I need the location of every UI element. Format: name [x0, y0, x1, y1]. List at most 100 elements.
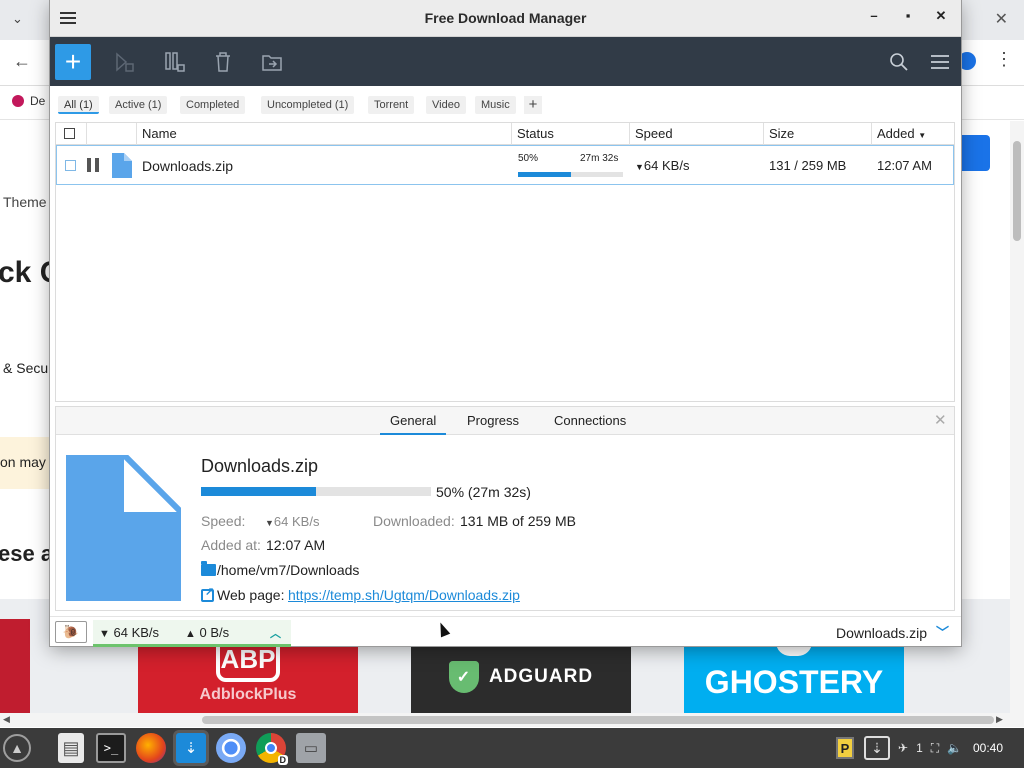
- notification-icon[interactable]: ✈: [898, 741, 908, 755]
- filter-music[interactable]: Music: [475, 96, 516, 114]
- column-header-name[interactable]: Name: [136, 123, 511, 145]
- scroll-right-icon[interactable]: ▶: [996, 714, 1003, 725]
- page-text-themes: Theme: [3, 194, 47, 210]
- filter-uncompleted[interactable]: Uncompleted (1): [261, 96, 355, 114]
- play-icon: [116, 52, 134, 72]
- chevron-up-icon[interactable]: ︿: [270, 625, 281, 641]
- card-ghostery[interactable]: GHOSTERY: [684, 641, 904, 713]
- minimize-button[interactable]: –: [865, 8, 883, 23]
- details-close-icon[interactable]: ✕: [934, 411, 947, 429]
- chrome-icon[interactable]: D: [256, 733, 288, 765]
- select-all-checkbox[interactable]: [64, 128, 75, 139]
- close-button[interactable]: ✕: [932, 8, 950, 24]
- filter-torrent[interactable]: Torrent: [368, 96, 415, 114]
- printer-icon[interactable]: ▭: [296, 733, 326, 763]
- trash-icon: [216, 52, 230, 72]
- browser-tab-close-icon[interactable]: ✕: [995, 9, 1008, 29]
- card-adblock-plus[interactable]: ABP AdblockPlus: [138, 641, 358, 713]
- firefox-icon[interactable]: [136, 733, 166, 763]
- volume-icon[interactable]: 🔈: [947, 741, 962, 755]
- delete-download-button[interactable]: [205, 44, 241, 80]
- file-manager-icon[interactable]: ▤: [58, 733, 84, 763]
- taskbar: ▲ ▤ >_ ⇣ D ▭ P ⇣ ✈ 1 ⛶ 🔈 00:40: [0, 728, 1024, 768]
- browser-back-icon[interactable]: ←: [13, 51, 31, 72]
- debian-icon: [12, 95, 24, 107]
- filter-completed[interactable]: Completed: [180, 96, 246, 114]
- upload-speed: ▲ 0 B/s: [185, 625, 230, 640]
- scrollbar-thumb[interactable]: [1013, 141, 1021, 241]
- bookmark-item[interactable]: De: [12, 94, 45, 108]
- browser-menu-icon[interactable]: ⋮: [995, 49, 1013, 70]
- main-menu-button[interactable]: [922, 44, 958, 80]
- column-header-speed[interactable]: Speed: [629, 123, 763, 145]
- added-label: Added at:: [201, 537, 261, 553]
- maximize-button[interactable]: ▪: [899, 8, 917, 23]
- table-row[interactable]: Downloads.zip 50% 27m 32s ▼64 KB/s 131 /…: [56, 145, 954, 185]
- add-download-button[interactable]: +: [55, 44, 91, 80]
- move-to-folder-button[interactable]: [254, 44, 290, 80]
- hamburger-icon: [931, 55, 949, 69]
- column-header-added[interactable]: Added ▼: [871, 123, 954, 145]
- start-menu-button[interactable]: ▲: [3, 734, 31, 762]
- traffic-indicator[interactable]: ▼ 64 KB/s ▲ 0 B/s ︿: [93, 620, 291, 647]
- folder-path[interactable]: /home/vm7/Downloads: [217, 562, 359, 578]
- row-progress-percent: 50%: [518, 153, 539, 164]
- card-adguard[interactable]: ✓ ADGUARD: [411, 641, 631, 713]
- download-arrow-icon: ▼: [265, 518, 274, 528]
- row-eta: 27m 32s: [580, 153, 619, 164]
- clock[interactable]: 00:40: [973, 728, 1003, 768]
- details-panel: General Progress Connections ✕ Downloads…: [55, 406, 955, 611]
- start-download-button[interactable]: [107, 44, 143, 80]
- chevron-down-icon[interactable]: ﹀: [936, 622, 949, 641]
- select-all-header: [56, 123, 86, 145]
- page-blue-button[interactable]: [958, 135, 990, 171]
- tray-fdm[interactable]: ⇣: [864, 728, 890, 768]
- abp-logo: ABP: [216, 641, 280, 682]
- details-progress-bar: [201, 487, 431, 496]
- details-file-name: Downloads.zip: [201, 456, 319, 476]
- page-heading-2: ese a: [0, 541, 54, 566]
- row-pause-icon[interactable]: [87, 158, 99, 172]
- column-header-status[interactable]: Status: [511, 123, 629, 145]
- speed-value: ▼64 KB/s: [265, 514, 320, 529]
- tab-progress[interactable]: Progress: [467, 413, 519, 428]
- terminal-icon[interactable]: >_: [96, 733, 126, 763]
- row-file-name: Downloads.zip: [142, 158, 234, 174]
- upload-arrow-icon: ▲: [185, 628, 196, 640]
- chromium-icon[interactable]: [216, 733, 246, 763]
- card-shield[interactable]: [0, 619, 30, 713]
- speed-limit-button[interactable]: 🐌: [55, 621, 87, 643]
- horizontal-scrollbar[interactable]: ◀ ▶: [0, 713, 1024, 727]
- scroll-left-icon[interactable]: ◀: [3, 714, 10, 725]
- tab-connections[interactable]: Connections: [554, 413, 626, 428]
- webpage-link[interactable]: https://temp.sh/Ugtqm/Downloads.zip: [288, 587, 520, 603]
- pause-download-button[interactable]: [156, 44, 192, 80]
- vertical-scrollbar[interactable]: [1010, 121, 1024, 713]
- filter-all[interactable]: All (1): [58, 96, 99, 114]
- fdm-window: Free Download Manager – ▪ ✕ + All (1) Ac…: [50, 0, 961, 647]
- large-file-icon: [66, 455, 181, 601]
- details-progress-fill: [201, 487, 316, 496]
- scrollbar-thumb[interactable]: [202, 716, 994, 724]
- network-icon[interactable]: ⛶: [931, 741, 939, 756]
- ghostery-label: GHOSTERY: [704, 663, 884, 700]
- filter-video[interactable]: Video: [426, 96, 466, 114]
- row-added: 12:07 AM: [877, 158, 932, 173]
- status-current-file[interactable]: Downloads.zip: [836, 625, 927, 641]
- row-checkbox[interactable]: [65, 160, 76, 171]
- page-text-security: & Secu: [3, 360, 49, 376]
- downloaded-label: Downloaded:: [373, 513, 455, 529]
- filter-bar: All (1) Active (1) Completed Uncompleted…: [50, 86, 961, 122]
- file-icon: [112, 153, 132, 178]
- column-header-size[interactable]: Size: [763, 123, 871, 145]
- downloaded-value: 131 MB of 259 MB: [460, 513, 576, 529]
- add-filter-button[interactable]: +: [524, 96, 542, 114]
- tray-clipboard[interactable]: P: [836, 728, 854, 768]
- tab-general[interactable]: General: [380, 413, 447, 435]
- snail-icon: 🐌: [62, 624, 80, 639]
- filter-active[interactable]: Active (1): [109, 96, 168, 114]
- fdm-taskbar-icon[interactable]: ⇣: [176, 733, 206, 763]
- tab-list-chevron-icon[interactable]: ⌄: [12, 11, 23, 27]
- search-button[interactable]: [881, 44, 917, 80]
- adguard-label: ADGUARD: [488, 666, 594, 687]
